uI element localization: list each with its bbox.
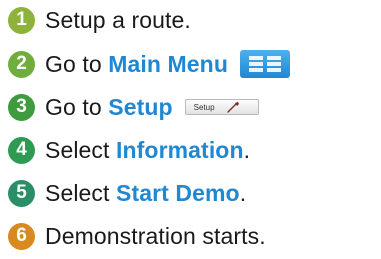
wrench-icon	[226, 102, 239, 113]
step-text: Go to Setup	[45, 94, 173, 121]
step-number-badge: 2	[8, 50, 35, 78]
step-number-badge: 3	[8, 93, 35, 121]
step-text-after: .	[243, 136, 251, 163]
step-6: 6 Demonstration starts.	[8, 218, 266, 254]
step-highlight: Information	[116, 136, 244, 163]
setup-button-label: Setup	[193, 102, 215, 112]
step-number-badge: 5	[8, 179, 35, 207]
step-3: 3 Go to Setup Setup	[8, 89, 259, 125]
step-highlight: Main Menu	[108, 50, 228, 77]
step-text-before: Setup a route.	[45, 6, 191, 33]
step-text-before: Go to	[45, 50, 109, 77]
step-number-badge: 4	[8, 136, 35, 164]
instruction-steps: 1 Setup a route. 2 Go to Main Menu 3 Go …	[0, 0, 381, 259]
step-text-after: .	[239, 179, 247, 206]
step-number-badge: 1	[8, 6, 35, 34]
step-text-before: Select	[45, 136, 117, 163]
menu-grid-icon	[239, 50, 290, 78]
step-highlight: Setup	[108, 93, 173, 120]
step-text-before: Demonstration starts.	[45, 222, 266, 249]
step-text: Select Start Demo.	[45, 180, 246, 207]
step-text: Setup a route.	[45, 7, 191, 34]
step-text: Select Information.	[45, 137, 250, 164]
step-text: Go to Main Menu	[45, 51, 228, 78]
step-highlight: Start Demo	[116, 179, 240, 206]
step-text-before: Select	[45, 179, 117, 206]
step-2: 2 Go to Main Menu	[8, 46, 290, 82]
step-text: Demonstration starts.	[45, 223, 266, 250]
step-5: 5 Select Start Demo.	[8, 175, 246, 211]
step-text-before: Go to	[45, 93, 109, 120]
step-4: 4 Select Information.	[8, 132, 250, 168]
step-number-badge: 6	[8, 222, 35, 250]
setup-button-illustration: Setup	[184, 99, 259, 115]
step-1: 1 Setup a route.	[8, 2, 191, 38]
